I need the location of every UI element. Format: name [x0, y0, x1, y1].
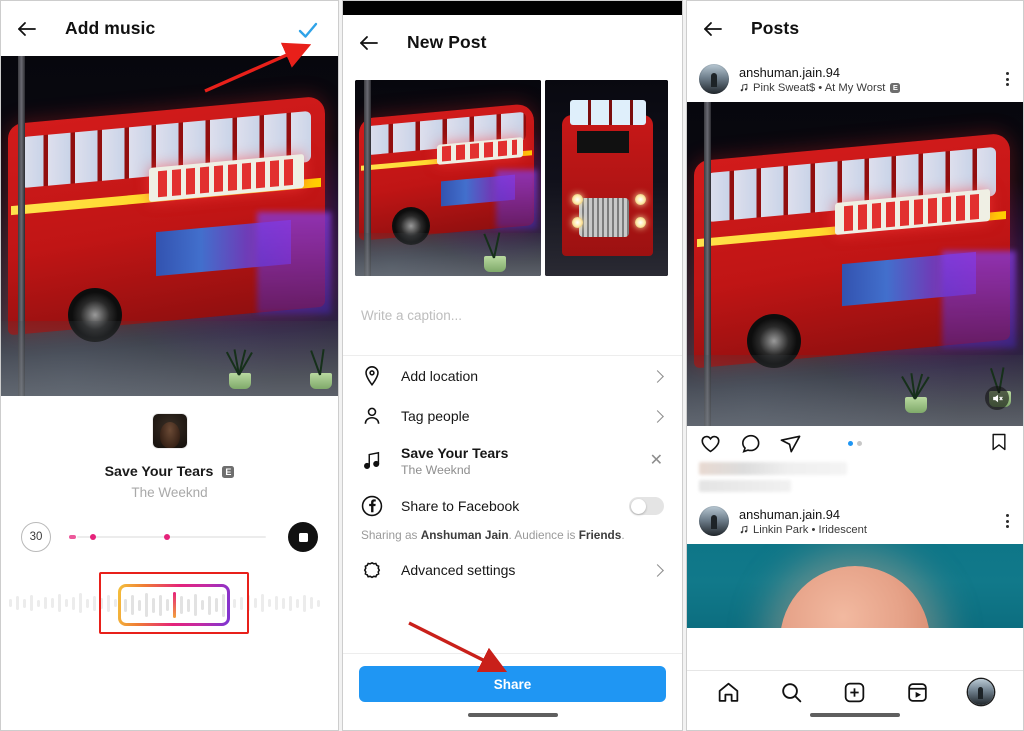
speaker-mute-icon[interactable] — [985, 386, 1009, 410]
share-paperplane-icon[interactable] — [779, 432, 802, 455]
scrubber-row: 30 — [1, 522, 338, 552]
avatar[interactable] — [699, 64, 729, 94]
chevron-right-icon — [651, 369, 664, 383]
stop-button[interactable] — [288, 522, 318, 552]
sharing-note: Sharing as Anshuman Jain. Audience is Fr… — [343, 526, 682, 550]
option-label: Add location — [401, 368, 479, 384]
home-indicator — [810, 713, 900, 717]
share-button[interactable]: Share — [359, 666, 666, 702]
create-plus-icon[interactable] — [842, 680, 867, 705]
option-share-to-facebook[interactable]: Share to Facebook — [343, 486, 682, 526]
kebab-menu-icon[interactable] — [1006, 72, 1009, 86]
post-music-text: Linkin Park • Iridescent — [753, 523, 867, 536]
track-marker — [90, 534, 97, 541]
audio-track-slider[interactable] — [69, 534, 266, 541]
post-header: anshuman.jain.94 Linkin Park • Iridescen… — [687, 498, 1023, 544]
track-handle[interactable] — [69, 535, 76, 540]
duration-selector[interactable]: 30 — [21, 522, 51, 552]
like-heart-icon[interactable] — [699, 432, 722, 455]
carousel-dots — [848, 440, 862, 446]
option-advanced-settings[interactable]: Advanced settings — [343, 550, 682, 590]
thumbnail-primary[interactable] — [355, 80, 541, 276]
blurred-caption — [687, 460, 1023, 492]
option-label: Tag people — [401, 408, 470, 424]
avatar[interactable] — [699, 506, 729, 536]
reels-icon[interactable] — [905, 680, 930, 705]
panel-add-music: Add music Save Your Tears E The Weeknd 3… — [0, 0, 339, 731]
chevron-right-icon — [651, 409, 664, 423]
post-music-text: Pink Sweat$ • At My Worst — [753, 81, 886, 94]
page-title: Add music — [65, 18, 156, 38]
location-pin-icon — [361, 365, 383, 387]
note-prefix: Sharing as — [361, 528, 421, 542]
panel-new-post: New Post Write a caption... Add location… — [342, 0, 683, 731]
song-artist: The Weeknd — [131, 485, 208, 500]
option-label: Share to Facebook — [401, 498, 520, 514]
explicit-badge: E — [222, 466, 235, 478]
back-arrow-icon[interactable] — [357, 31, 381, 55]
thumbnail-secondary[interactable] — [545, 80, 668, 276]
home-indicator — [467, 713, 558, 717]
music-note-icon — [740, 525, 748, 533]
person-icon — [361, 405, 383, 427]
annotation-highlight-box — [99, 572, 249, 634]
bottom-tab-bar — [687, 670, 1023, 730]
check-icon[interactable] — [296, 18, 320, 42]
back-arrow-icon[interactable] — [701, 17, 725, 41]
facebook-toggle[interactable] — [629, 497, 664, 515]
music-note-icon — [361, 450, 383, 472]
note-middle: . Audience is — [508, 528, 579, 542]
gear-icon — [361, 559, 383, 581]
track-marker — [163, 534, 170, 541]
facebook-icon — [361, 495, 383, 517]
post-music-row[interactable]: Linkin Park • Iridescent — [739, 524, 867, 536]
waveform-area[interactable] — [1, 566, 338, 640]
option-label: Advanced settings — [401, 562, 516, 578]
search-icon[interactable] — [779, 680, 804, 705]
panel-posts-feed: Posts anshuman.jain.94 Pink Sweat$ • At … — [686, 0, 1024, 731]
new-post-appbar: New Post — [343, 15, 682, 70]
option-add-location[interactable]: Add location — [343, 356, 682, 396]
kebab-menu-icon[interactable] — [1006, 514, 1009, 528]
music-note-icon — [740, 83, 748, 91]
close-icon[interactable]: ✕ — [650, 453, 663, 469]
song-title: Save Your Tears — [104, 464, 214, 480]
caption-input[interactable]: Write a caption... — [343, 292, 682, 356]
post-username[interactable]: anshuman.jain.94 — [739, 65, 900, 80]
music-title: Save Your Tears — [401, 445, 509, 461]
post-action-bar — [687, 426, 1023, 460]
add-music-appbar: Add music — [1, 1, 338, 56]
explicit-badge: E — [890, 82, 901, 93]
page-title: New Post — [407, 32, 487, 52]
three-panel-screenshot: Add music Save Your Tears E The Weeknd 3… — [0, 0, 1024, 731]
song-title-row: Save Your Tears E — [1, 464, 338, 480]
music-artist: The Weeknd — [401, 463, 471, 477]
option-tag-people[interactable]: Tag people — [343, 396, 682, 436]
music-trimmer-panel: Save Your Tears E The Weeknd 30 — [1, 414, 338, 730]
divider — [343, 653, 682, 654]
music-text-block: Save Your Tears The Weeknd — [401, 445, 508, 477]
post-music-row[interactable]: Pink Sweat$ • At My Worst E — [739, 81, 901, 94]
note-audience: Friends — [578, 528, 622, 542]
posts-appbar: Posts — [687, 1, 1023, 56]
bookmark-icon[interactable] — [989, 432, 1009, 454]
option-selected-music[interactable]: Save Your Tears The Weeknd ✕ — [343, 436, 682, 486]
post-image[interactable] — [687, 544, 1023, 628]
post-header: anshuman.jain.94 Pink Sweat$ • At My Wor… — [687, 56, 1023, 102]
note-name: Anshuman Jain — [420, 528, 509, 542]
comment-bubble-icon[interactable] — [739, 432, 762, 455]
profile-avatar[interactable] — [968, 679, 994, 705]
note-suffix: . — [621, 528, 625, 542]
media-thumbnails — [343, 70, 682, 276]
chevron-right-icon — [651, 563, 664, 577]
album-art-thumbnail — [152, 414, 187, 448]
selected-photo-preview[interactable] — [1, 56, 338, 396]
post-image[interactable] — [687, 102, 1023, 426]
page-title: Posts — [751, 18, 800, 38]
home-icon[interactable] — [716, 680, 741, 705]
back-arrow-icon[interactable] — [15, 17, 39, 41]
status-bar — [343, 1, 682, 15]
post-username[interactable]: anshuman.jain.94 — [739, 507, 867, 522]
